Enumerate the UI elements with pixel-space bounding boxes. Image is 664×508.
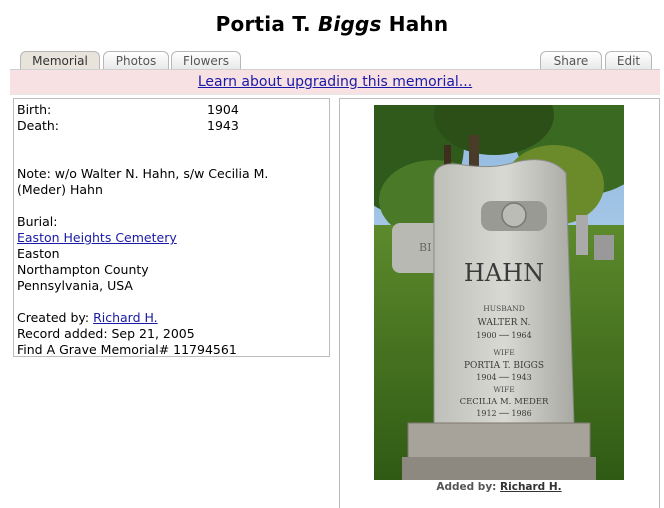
cemetery-link[interactable]: Easton Heights Cemetery bbox=[17, 230, 177, 245]
tab-share[interactable]: Share bbox=[540, 51, 602, 69]
burial-label: Burial: bbox=[17, 214, 58, 229]
burial-state: Pennsylvania, USA bbox=[17, 278, 133, 293]
death-label: Death: bbox=[17, 118, 60, 133]
wife1-name: PORTIA T. BIGGS bbox=[464, 361, 544, 371]
burial-city: Easton bbox=[17, 246, 60, 261]
created-by-row: Created by: Richard H. bbox=[17, 310, 326, 326]
creator-link[interactable]: Richard H. bbox=[93, 310, 158, 325]
note-line-1: Note: w/o Walter N. Hahn, s/w Cecilia M. bbox=[17, 166, 269, 181]
tab-flowers[interactable]: Flowers bbox=[171, 51, 241, 69]
title-maiden-name: Biggs bbox=[317, 12, 382, 36]
created-by-label: Created by: bbox=[17, 310, 94, 325]
memorial-number: Find A Grave Memorial# 11794561 bbox=[17, 342, 237, 357]
note-line-2: (Meder) Hahn bbox=[17, 182, 103, 197]
page-title: Portia T. Biggs Hahn bbox=[0, 12, 664, 36]
death-row: Death: 1943 bbox=[17, 118, 326, 134]
photo-added-by-link[interactable]: Richard H. bbox=[500, 481, 562, 493]
photo-caption: Added by: Richard H. bbox=[374, 481, 624, 493]
back-stone-text: BI bbox=[419, 241, 431, 254]
memorial-info-panel: Birth: 1904 Death: 1943 Note: w/o Walter… bbox=[13, 98, 330, 357]
tab-memorial[interactable]: Memorial bbox=[20, 51, 100, 69]
gravestone-photo[interactable]: BI HAHN HUSBAND WALTER N. 1900 ── 1964 W… bbox=[374, 105, 624, 480]
wife2-dates: 1912 ── 1986 bbox=[476, 409, 531, 418]
husband-name: WALTER N. bbox=[478, 318, 531, 328]
tab-photos[interactable]: Photos bbox=[103, 51, 169, 69]
wife2-name: CECILIA M. MEDER bbox=[460, 397, 549, 407]
caption-label: Added by: bbox=[436, 481, 501, 493]
death-value: 1943 bbox=[207, 118, 239, 133]
birth-label: Birth: bbox=[17, 102, 52, 117]
birth-row: Birth: 1904 bbox=[17, 102, 326, 118]
upgrade-banner: Learn about upgrading this memorial... bbox=[10, 69, 660, 95]
title-first: Portia T. bbox=[215, 12, 318, 36]
wife2-label: WIFE bbox=[493, 385, 514, 394]
husband-label: HUSBAND bbox=[483, 304, 525, 313]
birth-value: 1904 bbox=[207, 102, 239, 117]
upgrade-link[interactable]: Learn about upgrading this memorial... bbox=[198, 74, 472, 90]
record-added: Record added: Sep 21, 2005 bbox=[17, 326, 195, 341]
title-last: Hahn bbox=[381, 12, 449, 36]
wife1-dates: 1904 ── 1943 bbox=[476, 373, 531, 382]
tab-edit[interactable]: Edit bbox=[605, 51, 652, 69]
burial-county: Northampton County bbox=[17, 262, 149, 277]
wife1-label: WIFE bbox=[493, 348, 514, 357]
husband-dates: 1900 ── 1964 bbox=[476, 331, 531, 340]
stone-name: HAHN bbox=[464, 259, 544, 287]
